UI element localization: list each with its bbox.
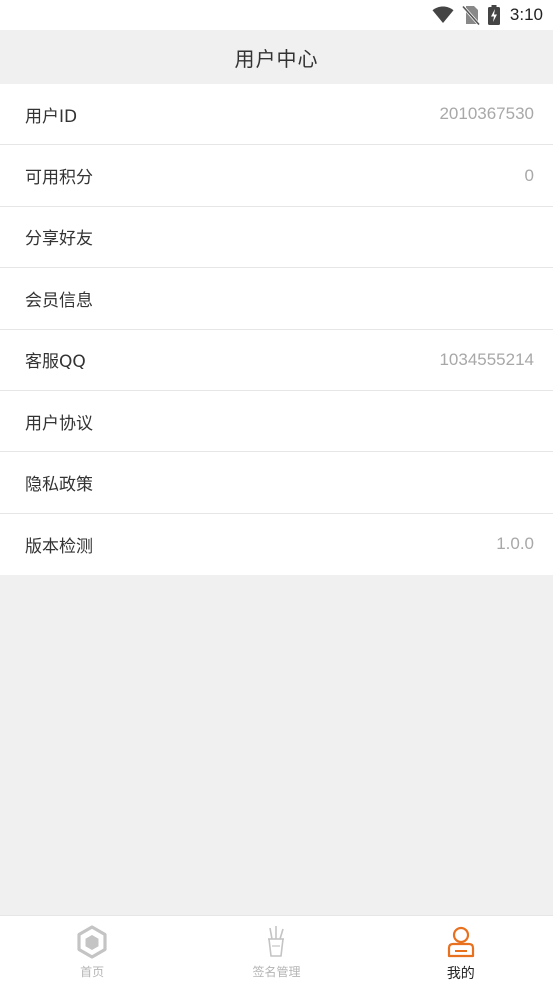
header-bar: 用户中心 xyxy=(0,30,553,84)
menu-item-user-agreement[interactable]: 用户协议 xyxy=(0,390,553,453)
status-bar: 3:10 xyxy=(0,0,553,30)
menu-item-value: 0 xyxy=(524,165,534,185)
tab-home[interactable]: 首页 xyxy=(0,916,184,983)
wifi-icon xyxy=(432,6,454,24)
menu-item-support-qq[interactable]: 客服QQ 1034555214 xyxy=(0,329,553,391)
status-time: 3:10 xyxy=(509,5,543,24)
tab-label: 签名管理 xyxy=(252,965,301,979)
tab-label: 我的 xyxy=(446,966,475,982)
menu-item-user-id[interactable]: 用户ID 2010367530 xyxy=(0,84,553,146)
pen-holder-icon xyxy=(262,925,290,959)
menu-item-value: 1.0.0 xyxy=(496,534,534,554)
menu-item-label: 会员信息 xyxy=(25,290,93,311)
battery-charging-icon xyxy=(487,5,500,25)
menu-item-version-check[interactable]: 版本检测 1.0.0 xyxy=(0,513,553,576)
menu-item-label: 可用积分 xyxy=(25,168,93,189)
menu-list: 用户ID 2010367530 可用积分 0 分享好友 会员信息 客服QQ 10… xyxy=(0,84,553,576)
menu-item-label: 用户协议 xyxy=(25,413,93,434)
menu-item-share[interactable]: 分享好友 xyxy=(0,206,553,269)
user-icon xyxy=(446,925,476,958)
bottom-tab-bar: 首页 签名管理 我的 xyxy=(0,915,553,983)
menu-item-value: 2010367530 xyxy=(439,104,534,124)
no-sim-icon xyxy=(461,5,480,25)
menu-item-privacy-policy[interactable]: 隐私政策 xyxy=(0,452,553,514)
menu-item-value: 1034555214 xyxy=(439,349,534,369)
menu-item-membership[interactable]: 会员信息 xyxy=(0,268,553,330)
page-title: 用户中心 xyxy=(234,46,319,71)
tab-label: 首页 xyxy=(80,965,105,979)
menu-item-label: 分享好友 xyxy=(25,229,93,250)
tab-mine[interactable]: 我的 xyxy=(369,916,553,983)
menu-item-label: 用户ID xyxy=(25,106,78,127)
menu-item-label: 隐私政策 xyxy=(25,475,93,496)
menu-item-label: 客服QQ xyxy=(25,352,86,373)
menu-item-points[interactable]: 可用积分 0 xyxy=(0,145,553,207)
home-cube-icon xyxy=(76,925,108,959)
menu-item-label: 版本检测 xyxy=(25,536,93,557)
tab-signature-management[interactable]: 签名管理 xyxy=(184,916,368,983)
